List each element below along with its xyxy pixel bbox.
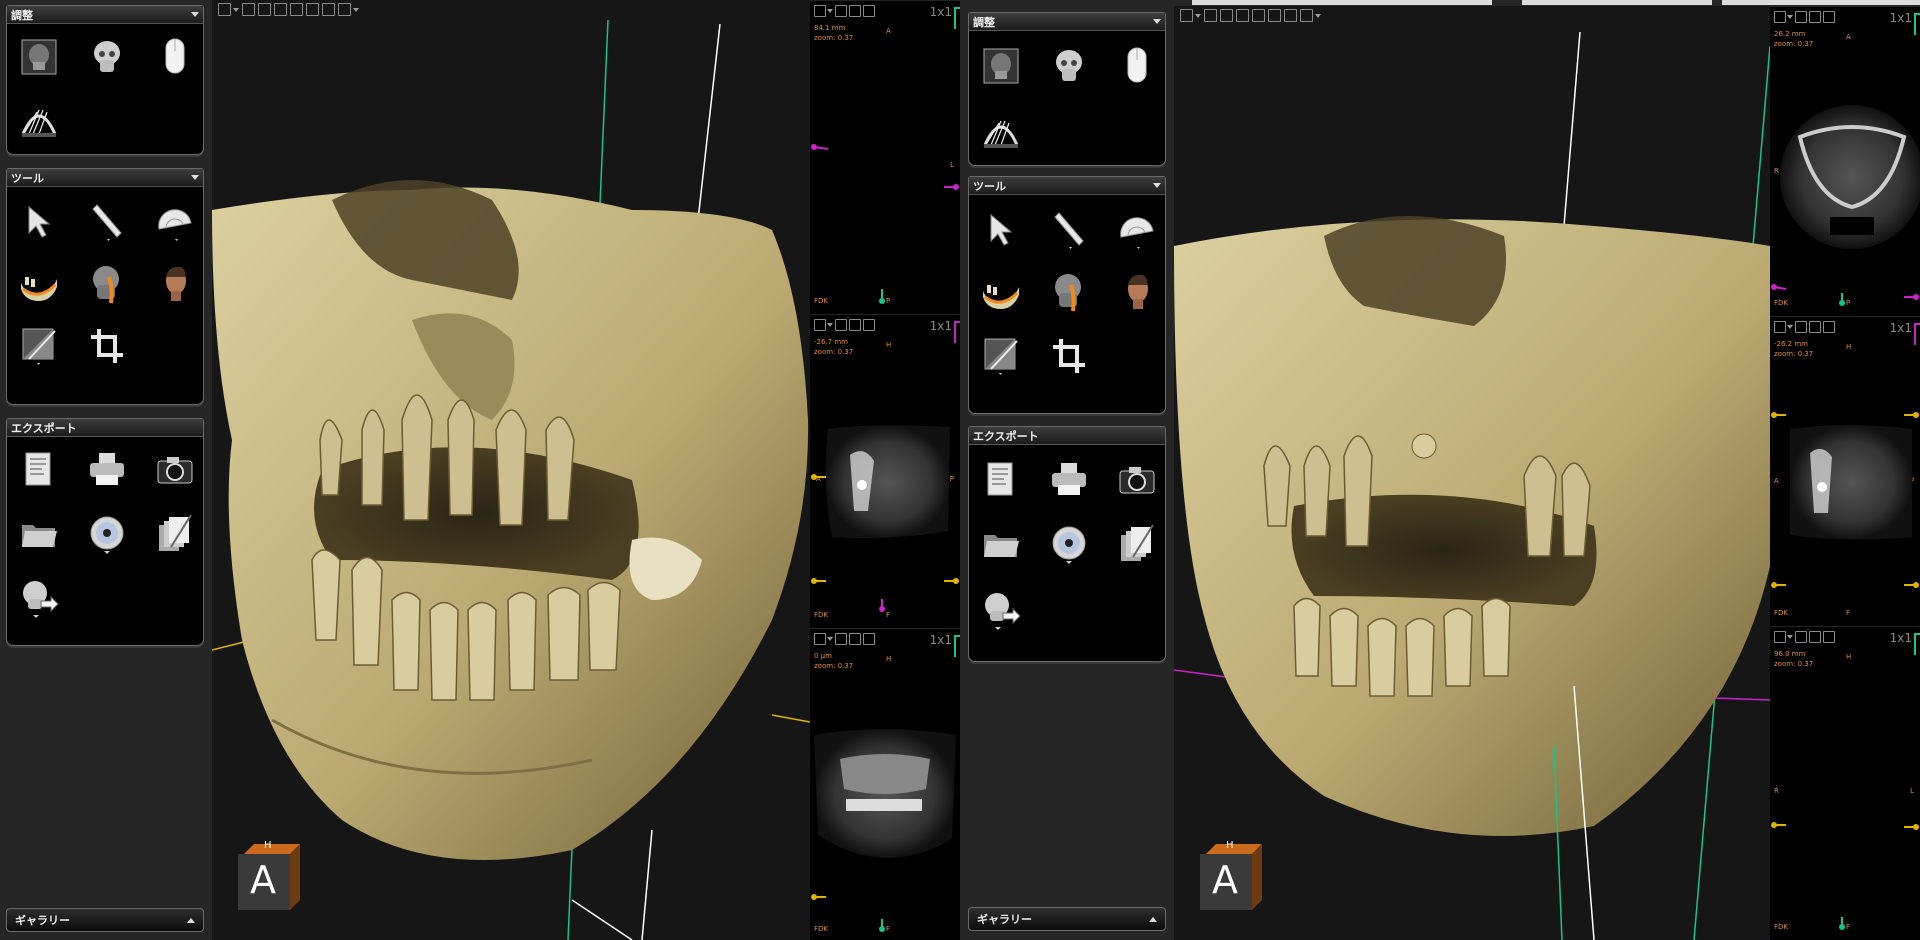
panoramic-icon[interactable]: [19, 98, 59, 140]
pointer-icon[interactable]: [981, 209, 1021, 251]
ruler-icon[interactable]: [1049, 209, 1089, 251]
crop-icon[interactable]: [87, 325, 127, 367]
airway-icon[interactable]: [1049, 271, 1089, 313]
mouse-icon[interactable]: [1117, 45, 1157, 87]
airway-icon[interactable]: [87, 263, 127, 305]
expand-caret-icon[interactable]: [187, 917, 195, 923]
coronal-slice-pane[interactable]: 1x1 96.0 mm zoom: 0.37 H R L FDK F: [1770, 626, 1920, 940]
adjust-panel-title: 調整: [11, 8, 33, 22]
coronal-ct-image: [811, 729, 956, 932]
adjust-panel: 調整: [968, 12, 1166, 166]
disc-icon[interactable]: [1049, 523, 1089, 565]
cube-top-label: H: [264, 840, 272, 851]
sagittal-slice-pane[interactable]: 1x1 -26.2 mmzoom: 0.37 H A P FDK F: [1770, 316, 1920, 626]
printer-icon[interactable]: [1049, 459, 1089, 501]
cube-top-label: H: [1226, 840, 1234, 851]
camera-icon[interactable]: [1117, 459, 1157, 501]
protractor-icon[interactable]: [1117, 209, 1157, 251]
gallery-bar[interactable]: ギャラリー: [968, 907, 1166, 931]
axial-slice-pane[interactable]: 1x1 84.1 mm zoom: 0.37 A L FDK P: [810, 0, 960, 314]
collapse-caret-icon[interactable]: [1153, 19, 1161, 24]
camera-icon[interactable]: [155, 449, 195, 491]
sagittal-ct-image: [1771, 412, 1919, 588]
skull-3d-icon[interactable]: [87, 36, 127, 78]
protractor-icon[interactable]: [155, 201, 195, 243]
printer-icon[interactable]: [87, 449, 127, 491]
skull-volume-render: [212, 19, 810, 940]
export-panel-header[interactable]: エクスポート: [7, 419, 203, 437]
tools-panel: ツール: [968, 176, 1166, 414]
slice-markers: [811, 144, 959, 304]
tools-panel-header[interactable]: ツール: [969, 177, 1165, 195]
panoramic-icon[interactable]: [981, 109, 1021, 151]
disc-icon[interactable]: [87, 513, 127, 555]
right-sidebar: 調整 ツール エクスポート ギャラリー: [962, 0, 1168, 940]
skull-export-icon[interactable]: [981, 589, 1021, 631]
crop-icon[interactable]: [1049, 335, 1089, 377]
axial-ct-image: [1771, 105, 1920, 306]
expand-caret-icon[interactable]: [1149, 916, 1157, 922]
folder-icon[interactable]: [981, 523, 1021, 565]
orientation-cube[interactable]: A H: [1200, 840, 1262, 912]
nerve-canal-icon[interactable]: [981, 271, 1021, 313]
volume-render-viewport[interactable]: A H: [212, 0, 810, 940]
cube-front-label: A: [250, 858, 276, 902]
adjust-panel: 調整: [6, 5, 204, 155]
axial-slice-pane[interactable]: 1x1 26.2 mmzoom: 0.37 A R L FDK P: [1770, 6, 1920, 316]
export-panel-title: エクスポート: [11, 421, 77, 435]
coronal-slice-markers: [1771, 822, 1919, 930]
pointer-icon[interactable]: [19, 201, 59, 243]
nerve-canal-icon[interactable]: [19, 263, 59, 305]
coronal-slice-pane[interactable]: 1x1 0 µmzoom: 0.37 H R L FDK F: [810, 628, 960, 940]
gallery-label: ギャラリー: [15, 914, 70, 927]
tools-panel-title: ツール: [11, 171, 44, 185]
gallery-bar[interactable]: ギャラリー: [6, 908, 204, 932]
tools-panel-header[interactable]: ツール: [7, 169, 203, 187]
adjust-panel-title: 調整: [973, 15, 995, 29]
left-sidebar: 調整 ツール エクスポート ギャラリー: [0, 0, 206, 940]
export-panel: エクスポート: [6, 418, 204, 646]
adjust-panel-header[interactable]: 調整: [7, 6, 203, 24]
tools-panel-title: ツール: [973, 179, 1006, 193]
skull-xray-icon[interactable]: [981, 45, 1021, 87]
skull-export-icon[interactable]: [19, 577, 59, 619]
brightness-contrast-icon[interactable]: [19, 325, 59, 367]
adjust-panel-header[interactable]: 調整: [969, 13, 1165, 31]
export-panel-title: エクスポート: [973, 429, 1039, 443]
skull-volume-render: [1174, 31, 1770, 940]
ruler-icon[interactable]: [87, 201, 127, 243]
export-panel-header[interactable]: エクスポート: [969, 427, 1165, 445]
gallery-label: ギャラリー: [977, 913, 1032, 926]
collapse-caret-icon[interactable]: [1153, 183, 1161, 188]
sagittal-ct-image: [811, 425, 959, 612]
collapse-caret-icon[interactable]: [191, 175, 199, 180]
collapse-caret-icon[interactable]: [191, 12, 199, 17]
cube-front-label: A: [1212, 858, 1238, 902]
skull-xray-icon[interactable]: [19, 36, 59, 78]
right-workspace: 調整 ツール エクスポート ギャラリー A H 1x1 26.2 mm zoom…: [962, 0, 1920, 940]
export-panel: エクスポート: [968, 426, 1166, 662]
export-pages-icon[interactable]: [1117, 523, 1157, 565]
tools-panel: ツール: [6, 168, 204, 405]
face-photo-icon[interactable]: [155, 263, 195, 305]
folder-icon[interactable]: [19, 513, 59, 555]
mouse-icon[interactable]: [155, 36, 195, 78]
orientation-cube[interactable]: A H: [238, 840, 300, 912]
skull-3d-icon[interactable]: [1049, 45, 1089, 87]
report-icon[interactable]: [19, 449, 59, 491]
export-pages-icon[interactable]: [155, 513, 195, 555]
volume-render-viewport[interactable]: A H: [1174, 6, 1770, 940]
sagittal-slice-pane[interactable]: 1x1 -26.7 mm zoom: 0.37 H A P FDK F: [810, 314, 960, 628]
report-icon[interactable]: [981, 459, 1021, 501]
brightness-contrast-icon[interactable]: [981, 335, 1021, 377]
face-photo-icon[interactable]: [1117, 271, 1157, 313]
left-workspace: 調整 ツール エクスポート ギャラリー A H 1x1 84.1 mm zoom…: [0, 0, 962, 940]
